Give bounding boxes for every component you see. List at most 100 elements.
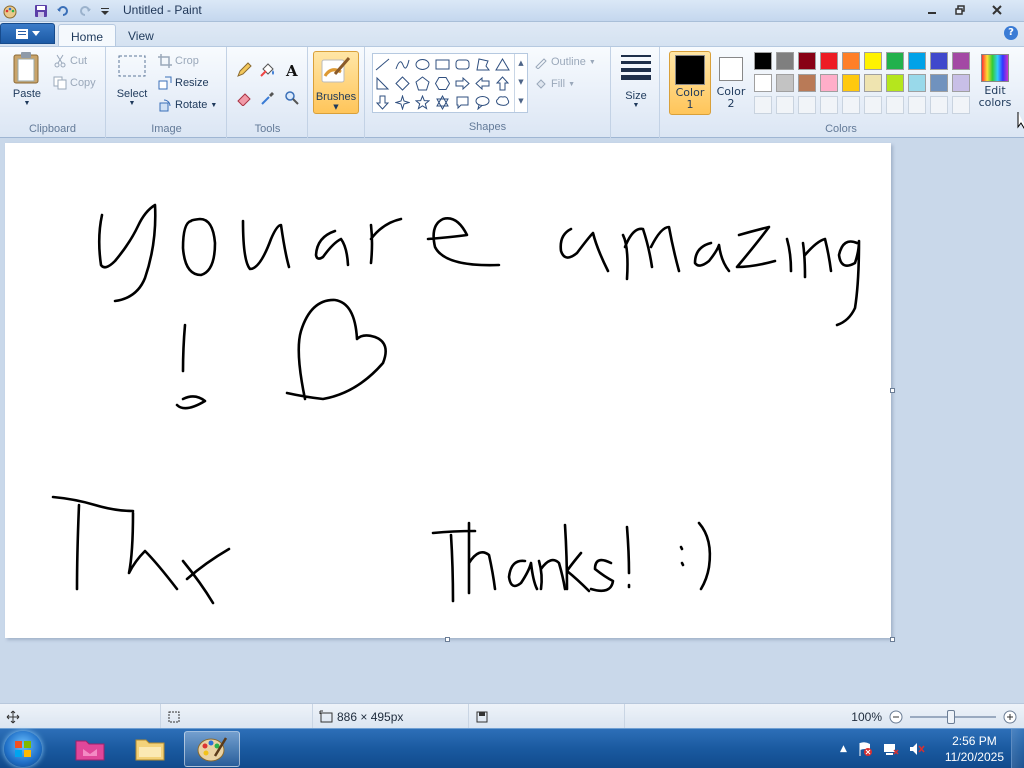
custom-color-slot[interactable] — [886, 96, 904, 114]
brushes-button[interactable]: Brushes ▼ — [313, 51, 359, 114]
custom-color-slot[interactable] — [820, 96, 838, 114]
shapes-scroll[interactable]: ▲ ▼ ▼ — [514, 54, 527, 112]
tab-view[interactable]: View — [116, 24, 166, 47]
rotate-button[interactable]: Rotate ▼ — [158, 98, 217, 112]
pentagon-shape-icon[interactable] — [413, 74, 432, 93]
right-triangle-shape-icon[interactable] — [373, 74, 392, 93]
color-swatch[interactable] — [842, 52, 860, 70]
text-icon[interactable]: A — [281, 59, 302, 80]
color-swatch[interactable] — [864, 52, 882, 70]
cloud-callout-shape-icon[interactable] — [493, 93, 512, 112]
resize-handle-right[interactable] — [890, 388, 895, 393]
tray-expand-icon[interactable]: ▲ — [840, 744, 847, 754]
triangle-shape-icon[interactable] — [493, 55, 512, 74]
cut-button[interactable]: Cut — [53, 54, 87, 68]
color2-button[interactable]: Color 2 — [713, 51, 749, 115]
color-swatch[interactable] — [908, 52, 926, 70]
save-icon[interactable] — [34, 4, 48, 18]
left-arrow-shape-icon[interactable] — [473, 74, 492, 93]
custom-color-slot[interactable] — [798, 96, 816, 114]
minimize-button[interactable] — [918, 0, 946, 19]
custom-color-slot[interactable] — [776, 96, 794, 114]
four-point-star-shape-icon[interactable] — [393, 93, 412, 112]
taskbar-app-explorer[interactable] — [122, 731, 178, 767]
diamond-shape-icon[interactable] — [393, 74, 412, 93]
zoom-slider[interactable] — [910, 709, 996, 725]
customize-qat-icon[interactable] — [98, 4, 112, 18]
drawing-canvas[interactable] — [5, 143, 891, 638]
custom-color-slot[interactable] — [864, 96, 882, 114]
line-shape-icon[interactable] — [373, 55, 392, 74]
custom-color-slot[interactable] — [930, 96, 948, 114]
right-arrow-shape-icon[interactable] — [453, 74, 472, 93]
redo-icon[interactable] — [78, 4, 92, 18]
color-swatch[interactable] — [776, 74, 794, 92]
fill-button[interactable]: Fill ▼ — [534, 77, 575, 91]
taskbar-app-folder-pink[interactable] — [62, 731, 118, 767]
color-picker-icon[interactable] — [257, 87, 278, 108]
taskbar-app-paint[interactable] — [184, 731, 240, 767]
eraser-icon[interactable] — [233, 87, 254, 108]
canvas-workspace[interactable] — [0, 138, 1024, 703]
resize-handle-corner[interactable] — [890, 637, 895, 642]
action-center-flag-icon[interactable] — [857, 741, 873, 757]
color1-button[interactable]: Color 1 — [669, 51, 711, 115]
curve-shape-icon[interactable] — [393, 55, 412, 74]
rounded-rectangle-shape-icon[interactable] — [453, 55, 472, 74]
zoom-out-icon[interactable] — [888, 709, 904, 725]
color-swatch[interactable] — [798, 52, 816, 70]
paint-app-icon[interactable] — [2, 3, 18, 19]
color-swatch[interactable] — [886, 52, 904, 70]
outline-button[interactable]: Outline ▼ — [534, 55, 596, 69]
edit-colors-button[interactable]: Edit colors — [975, 51, 1015, 115]
oval-shape-icon[interactable] — [413, 55, 432, 74]
undo-icon[interactable] — [56, 4, 70, 18]
color-swatch[interactable] — [842, 74, 860, 92]
custom-color-slot[interactable] — [952, 96, 970, 114]
color-swatch[interactable] — [908, 74, 926, 92]
resize-button[interactable]: Resize — [158, 76, 209, 90]
crop-button[interactable]: Crop — [158, 54, 199, 68]
resize-handle-bottom[interactable] — [445, 637, 450, 642]
color-swatch[interactable] — [820, 52, 838, 70]
color-swatch[interactable] — [952, 52, 970, 70]
color-swatch[interactable] — [798, 74, 816, 92]
up-arrow-shape-icon[interactable] — [493, 74, 512, 93]
magnifier-icon[interactable] — [281, 87, 302, 108]
copy-button[interactable]: Copy — [53, 76, 96, 90]
color-swatch[interactable] — [930, 74, 948, 92]
paste-button[interactable]: Paste ▼ — [6, 51, 48, 107]
down-arrow-shape-icon[interactable] — [373, 93, 392, 112]
color-swatch[interactable] — [886, 74, 904, 92]
color-swatch[interactable] — [776, 52, 794, 70]
color-swatch[interactable] — [754, 52, 772, 70]
zoom-slider-thumb[interactable] — [947, 709, 955, 724]
size-button[interactable]: Size ▼ — [618, 51, 654, 109]
pencil-icon[interactable] — [233, 59, 254, 80]
five-point-star-shape-icon[interactable] — [413, 93, 432, 112]
rectangle-shape-icon[interactable] — [433, 55, 452, 74]
custom-color-slot[interactable] — [754, 96, 772, 114]
start-button[interactable] — [4, 731, 42, 767]
color-swatch[interactable] — [930, 52, 948, 70]
show-desktop-button[interactable] — [1011, 729, 1024, 768]
fill-bucket-icon[interactable] — [257, 59, 278, 80]
paint-menu-button[interactable] — [0, 23, 55, 44]
restore-button[interactable] — [946, 0, 974, 19]
color-swatch[interactable] — [952, 74, 970, 92]
oval-callout-shape-icon[interactable] — [473, 93, 492, 112]
close-button[interactable] — [978, 0, 1016, 19]
color-swatch[interactable] — [754, 74, 772, 92]
volume-muted-icon[interactable] — [909, 741, 925, 757]
taskbar-clock[interactable]: 2:56 PM 11/20/2025 — [945, 733, 1004, 765]
network-icon[interactable] — [883, 741, 899, 757]
six-point-star-shape-icon[interactable] — [433, 93, 452, 112]
help-icon[interactable]: ? — [1004, 26, 1018, 40]
color-swatch[interactable] — [820, 74, 838, 92]
custom-color-slot[interactable] — [908, 96, 926, 114]
custom-color-slot[interactable] — [842, 96, 860, 114]
polygon-shape-icon[interactable] — [473, 55, 492, 74]
color-swatch[interactable] — [864, 74, 882, 92]
tab-home[interactable]: Home — [58, 24, 117, 47]
hexagon-shape-icon[interactable] — [433, 74, 452, 93]
